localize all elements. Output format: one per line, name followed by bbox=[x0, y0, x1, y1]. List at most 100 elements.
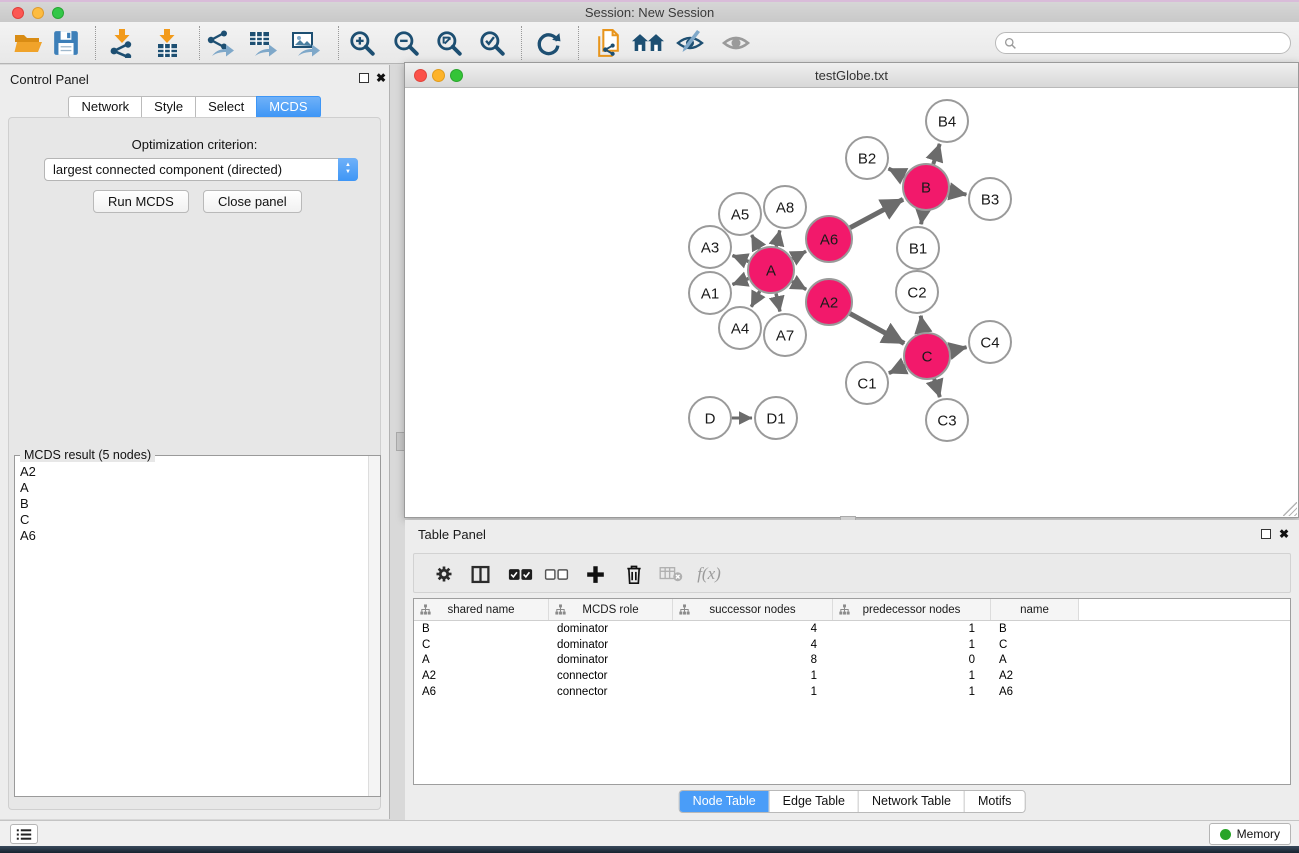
graph-node-c[interactable]: C bbox=[904, 333, 950, 379]
graph-edge-a2-c[interactable] bbox=[850, 314, 904, 344]
delete-columns-icon[interactable] bbox=[620, 561, 648, 587]
show-columns-icon[interactable] bbox=[466, 561, 494, 587]
table-cell[interactable]: 1 bbox=[833, 639, 991, 651]
graph-node-a2[interactable]: A2 bbox=[806, 279, 852, 325]
graph-edge-a-a2[interactable] bbox=[792, 282, 806, 290]
table-cell[interactable]: A2 bbox=[414, 670, 549, 682]
table-cell[interactable]: A6 bbox=[991, 686, 1079, 698]
column-header-mcds-role[interactable]: MCDS role bbox=[549, 599, 673, 620]
graph-edge-a-a8[interactable] bbox=[776, 230, 780, 246]
import-table-icon[interactable] bbox=[151, 27, 183, 59]
graph-node-d1[interactable]: D1 bbox=[755, 397, 797, 439]
graph-node-a7[interactable]: A7 bbox=[764, 314, 806, 356]
table-row[interactable]: A2connector11A2 bbox=[414, 668, 1290, 684]
table-row[interactable]: A6connector11A6 bbox=[414, 684, 1290, 700]
tab-network[interactable]: Network bbox=[68, 96, 142, 118]
mcds-result-item[interactable]: C bbox=[20, 512, 368, 528]
save-session-icon[interactable] bbox=[50, 27, 82, 59]
close-panel-button[interactable]: Close panel bbox=[203, 190, 302, 213]
table-cell[interactable]: 1 bbox=[833, 623, 991, 635]
table-cell[interactable]: C bbox=[414, 639, 549, 651]
table-cell[interactable]: 0 bbox=[833, 654, 991, 666]
export-network-icon[interactable] bbox=[204, 27, 236, 59]
network-window-titlebar[interactable]: testGlobe.txt bbox=[405, 63, 1298, 88]
mcds-result-item[interactable]: A bbox=[20, 480, 368, 496]
table-cell[interactable]: 1 bbox=[673, 686, 833, 698]
export-image-icon[interactable] bbox=[290, 27, 322, 59]
float-panel-icon[interactable] bbox=[359, 73, 369, 83]
table-cell[interactable]: 8 bbox=[673, 654, 833, 666]
graph-node-c3[interactable]: C3 bbox=[926, 399, 968, 441]
zoom-in-icon[interactable] bbox=[346, 27, 378, 59]
table-cell[interactable]: connector bbox=[549, 670, 673, 682]
table-cell[interactable]: A bbox=[991, 654, 1079, 666]
open-session-icon[interactable] bbox=[12, 27, 44, 59]
graph-edge-b-b2[interactable] bbox=[889, 169, 905, 177]
zoom-out-icon[interactable] bbox=[390, 27, 422, 59]
graph-edge-c-c1[interactable] bbox=[889, 366, 905, 373]
column-header-shared-name[interactable]: shared name bbox=[414, 599, 549, 620]
graph-node-c1[interactable]: C1 bbox=[846, 362, 888, 404]
graph-edge-a-a3[interactable] bbox=[732, 255, 748, 261]
graph-node-a4[interactable]: A4 bbox=[719, 307, 761, 349]
graph-node-a5[interactable]: A5 bbox=[719, 193, 761, 235]
criterion-dropdown[interactable]: largest connected component (directed) ▲… bbox=[44, 158, 358, 181]
graph-node-a8[interactable]: A8 bbox=[764, 186, 806, 228]
apply-function-icon[interactable]: f(x) bbox=[695, 561, 723, 587]
network-canvas[interactable]: B4B2BB3A8A5A6A3B1AC2A1A2A4A7C4CC1DD1C3 bbox=[405, 88, 1298, 517]
task-history-button[interactable] bbox=[10, 824, 38, 844]
tab-mcds[interactable]: MCDS bbox=[256, 96, 320, 118]
add-column-icon[interactable] bbox=[581, 561, 609, 587]
table-cell[interactable]: 4 bbox=[673, 639, 833, 651]
column-header-successor-nodes[interactable]: successor nodes bbox=[673, 599, 833, 620]
table-cell[interactable]: dominator bbox=[549, 623, 673, 635]
table-cell[interactable]: A2 bbox=[991, 670, 1079, 682]
table-cell[interactable]: B bbox=[414, 623, 549, 635]
tab-style[interactable]: Style bbox=[141, 96, 196, 118]
select-all-columns-icon[interactable] bbox=[506, 561, 534, 587]
graph-edge-b-b4[interactable] bbox=[933, 144, 939, 164]
graph-edge-b-b3[interactable] bbox=[950, 191, 967, 194]
graph-node-d[interactable]: D bbox=[689, 397, 731, 439]
table-cell[interactable]: 1 bbox=[673, 670, 833, 682]
search-input[interactable] bbox=[1022, 36, 1290, 50]
node-table[interactable]: shared nameMCDS rolesuccessor nodesprede… bbox=[413, 598, 1291, 785]
table-cell[interactable]: 1 bbox=[833, 670, 991, 682]
float-panel-icon[interactable] bbox=[1261, 529, 1271, 539]
table-row[interactable]: Adominator80A bbox=[414, 652, 1290, 668]
graph-edge-c-c3[interactable] bbox=[934, 379, 940, 397]
graph-edge-a-a4[interactable] bbox=[751, 291, 759, 307]
memory-button[interactable]: Memory bbox=[1209, 823, 1291, 845]
home-icon[interactable] bbox=[632, 27, 664, 59]
tab-edge-table[interactable]: Edge Table bbox=[769, 791, 858, 812]
mcds-result-item[interactable]: A6 bbox=[20, 528, 368, 544]
graph-edge-b-b1[interactable] bbox=[921, 211, 923, 224]
run-mcds-button[interactable]: Run MCDS bbox=[93, 190, 189, 213]
graph-node-b[interactable]: B bbox=[903, 164, 949, 210]
table-cell[interactable]: A6 bbox=[414, 686, 549, 698]
column-header-name[interactable]: name bbox=[991, 599, 1079, 620]
graph-edge-a-a1[interactable] bbox=[732, 278, 748, 284]
graph-edge-a-a7[interactable] bbox=[776, 293, 780, 311]
table-cell[interactable]: C bbox=[991, 639, 1079, 651]
mcds-result-item[interactable]: A2 bbox=[20, 464, 368, 480]
tab-node-table[interactable]: Node Table bbox=[680, 791, 769, 812]
table-settings-icon[interactable] bbox=[430, 561, 458, 587]
tab-select[interactable]: Select bbox=[195, 96, 257, 118]
zoom-selected-icon[interactable] bbox=[476, 27, 508, 59]
graph-edge-a-a5[interactable] bbox=[752, 235, 760, 249]
table-cell[interactable]: connector bbox=[549, 686, 673, 698]
graph-node-a1[interactable]: A1 bbox=[689, 272, 731, 314]
search-field[interactable] bbox=[995, 32, 1291, 54]
table-row[interactable]: Bdominator41B bbox=[414, 621, 1290, 637]
deselect-all-columns-icon[interactable] bbox=[542, 561, 570, 587]
graph-edge-a6-b[interactable] bbox=[850, 199, 903, 227]
resize-grip[interactable] bbox=[1283, 502, 1297, 516]
table-cell[interactable]: 4 bbox=[673, 623, 833, 635]
table-cell[interactable]: A bbox=[414, 654, 549, 666]
table-cell[interactable]: dominator bbox=[549, 654, 673, 666]
import-network-icon[interactable] bbox=[106, 27, 138, 59]
graph-edge-a-a6[interactable] bbox=[792, 251, 806, 258]
table-cell[interactable]: B bbox=[991, 623, 1079, 635]
graph-node-c4[interactable]: C4 bbox=[969, 321, 1011, 363]
